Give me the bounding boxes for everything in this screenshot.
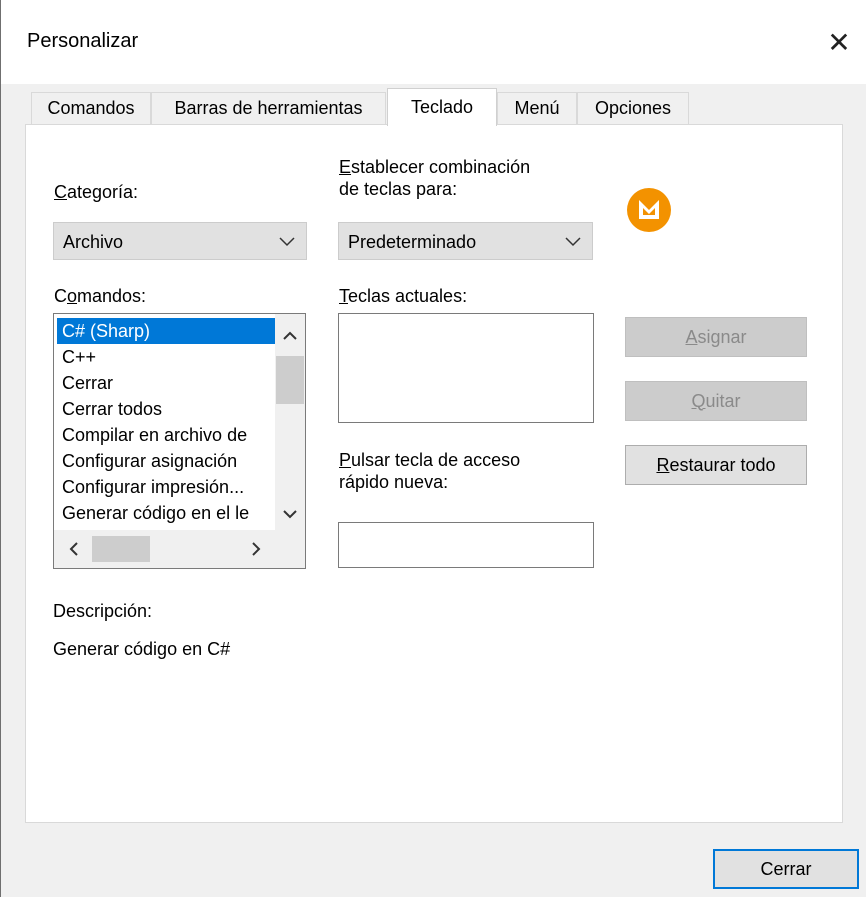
commands-label: Comandos: <box>54 286 147 306</box>
assign-button[interactable]: Asignar <box>625 317 807 357</box>
keyset-select-value: Predeterminado <box>348 232 477 252</box>
tab-barras-de-herramientas[interactable]: Barras de herramientas <box>151 92 386 124</box>
remove-button[interactable]: Quitar <box>625 381 807 421</box>
close-button[interactable]: Cerrar <box>713 849 859 889</box>
vertical-scrollbar[interactable] <box>275 314 305 530</box>
list-item[interactable]: Generar código en el le <box>57 500 276 526</box>
tab-comandos[interactable]: Comandos <box>31 92 151 124</box>
altova-mobiletogether-logo-icon <box>627 188 671 232</box>
category-select[interactable]: Archivo <box>53 222 307 260</box>
list-item[interactable]: Cerrar todos <box>57 396 276 422</box>
scroll-up-icon[interactable] <box>275 322 305 350</box>
keyset-select[interactable]: Predeterminado <box>338 222 593 260</box>
horizontal-scrollbar[interactable] <box>54 530 275 568</box>
list-item[interactable]: Configurar asignación <box>57 448 276 474</box>
scroll-down-icon[interactable] <box>275 500 305 528</box>
description-text: Generar código en C# <box>53 639 231 659</box>
chevron-down-icon <box>565 237 581 247</box>
reset-all-button[interactable]: Restaurar todo <box>625 445 807 485</box>
list-item[interactable]: C++ <box>57 344 276 370</box>
vertical-scroll-thumb[interactable] <box>276 356 304 404</box>
current-keys-label: Teclas actuales: <box>339 286 468 306</box>
category-select-value: Archivo <box>63 232 124 252</box>
list-item[interactable]: Compilar en archivo de <box>57 422 276 448</box>
list-item[interactable]: Configurar impresión... <box>57 474 276 500</box>
scroll-right-icon[interactable] <box>242 536 270 562</box>
scrollbar-corner <box>275 530 305 568</box>
category-label: Categoría: <box>54 182 139 202</box>
list-item[interactable]: Cerrar <box>57 370 276 396</box>
new-shortcut-input[interactable] <box>338 522 594 568</box>
commands-listbox[interactable]: C# (Sharp) C++ Cerrar Cerrar todos Compi… <box>53 313 306 569</box>
keyset-label: Establecer combinación de teclas para: <box>339 157 531 199</box>
description-label: Descripción: <box>53 601 153 621</box>
current-keys-list[interactable] <box>338 313 594 423</box>
tab-opciones[interactable]: Opciones <box>577 92 689 124</box>
close-icon[interactable]: ✕ <box>811 20 866 64</box>
title-bar: Personalizar ✕ <box>1 0 866 84</box>
tab-teclado[interactable]: Teclado <box>387 88 497 126</box>
tab-menu[interactable]: Menú <box>497 92 577 124</box>
customize-dialog: Personalizar ✕ Comandos Barras de herram… <box>0 0 866 897</box>
list-item[interactable]: C# (Sharp) <box>57 318 276 344</box>
horizontal-scroll-thumb[interactable] <box>92 536 150 562</box>
new-shortcut-label: Pulsar tecla de acceso rápido nueva: <box>339 450 521 492</box>
window-title: Personalizar <box>27 30 139 52</box>
scroll-left-icon[interactable] <box>60 536 88 562</box>
chevron-down-icon <box>279 237 295 247</box>
